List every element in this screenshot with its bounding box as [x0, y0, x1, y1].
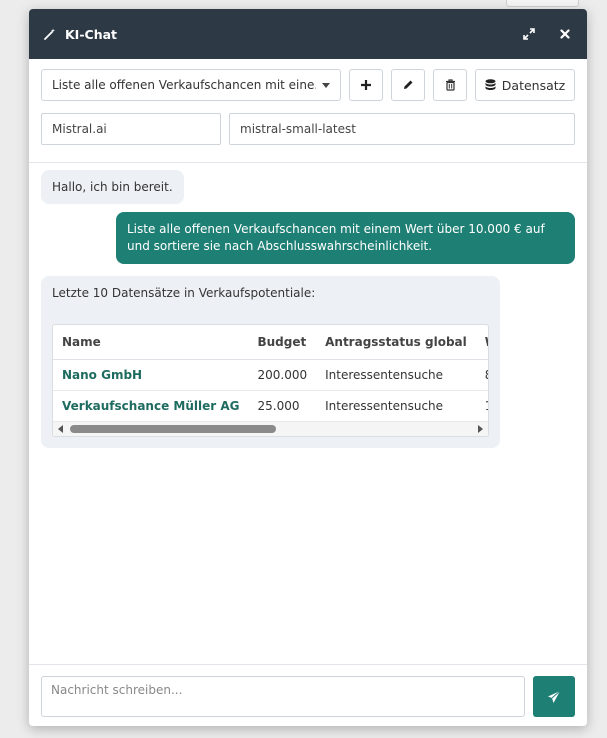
- table-cell: Interessentensuche: [316, 390, 476, 422]
- dataset-button[interactable]: Datensatz: [475, 69, 575, 101]
- assistant-result-message: Letzte 10 Datensätze in Verkaufspotentia…: [41, 276, 500, 448]
- table-cell: 10: [475, 390, 488, 422]
- composer: Nachricht schreiben...: [29, 664, 587, 726]
- dialog-title: KI-Chat: [65, 26, 118, 42]
- database-icon: [485, 78, 496, 90]
- expand-icon[interactable]: [522, 27, 536, 41]
- prompt-select-value: Liste alle offenen Verkaufschancen mit e…: [52, 78, 316, 92]
- paper-plane-icon: [548, 690, 561, 703]
- ki-chat-dialog: KI-Chat Liste alle offenen Verkaufschanc…: [29, 9, 587, 726]
- add-prompt-button[interactable]: [349, 69, 383, 101]
- send-button[interactable]: [533, 676, 575, 717]
- table-cell: 25.000: [248, 390, 317, 422]
- assistant-greeting-message: Hallo, ich bin bereit.: [41, 170, 184, 204]
- scroll-right-icon[interactable]: [478, 425, 483, 433]
- model-field[interactable]: mistral-small-latest: [229, 113, 575, 145]
- column-header[interactable]: Name: [53, 325, 249, 360]
- chevron-down-icon: [322, 82, 330, 88]
- result-table: Name Budget Antragsstatus global Wahrsch…: [53, 325, 488, 422]
- message-input[interactable]: Nachricht schreiben...: [41, 676, 525, 717]
- scroll-left-icon[interactable]: [58, 425, 63, 433]
- provider-field[interactable]: Mistral.ai: [41, 113, 221, 145]
- edit-prompt-button[interactable]: [391, 69, 425, 101]
- toolbar: Liste alle offenen Verkaufschancen mit e…: [29, 59, 587, 163]
- column-header[interactable]: Wahrscheinlichkeit: [475, 325, 488, 360]
- table-row: Nano GmbH 200.000 Interessentensuche 80: [53, 359, 488, 391]
- titlebar: KI-Chat: [29, 9, 587, 59]
- table-cell: Interessentensuche: [316, 359, 476, 391]
- column-header[interactable]: Budget: [248, 325, 317, 360]
- close-icon[interactable]: [558, 27, 572, 41]
- table-row: Verkaufschance Müller AG 25.000 Interess…: [53, 390, 488, 422]
- table-cell: 200.000: [248, 359, 317, 391]
- record-link[interactable]: Nano GmbH: [53, 359, 249, 391]
- magic-wand-icon: [44, 28, 56, 40]
- plus-icon: [361, 80, 371, 90]
- trash-icon: [445, 79, 455, 91]
- prompt-select[interactable]: Liste alle offenen Verkaufschancen mit e…: [41, 69, 341, 101]
- background-button: [506, 0, 579, 7]
- scrollbar-thumb[interactable]: [70, 425, 276, 433]
- horizontal-scrollbar[interactable]: [53, 422, 488, 436]
- dataset-button-label: Datensatz: [501, 77, 566, 93]
- column-header[interactable]: Antragsstatus global: [316, 325, 476, 360]
- result-lead-text: Letzte 10 Datensätze in Verkaufspotentia…: [52, 286, 316, 300]
- delete-prompt-button[interactable]: [433, 69, 467, 101]
- result-table-container: Name Budget Antragsstatus global Wahrsch…: [52, 324, 489, 437]
- record-link[interactable]: Verkaufschance Müller AG: [53, 390, 249, 422]
- pencil-icon: [404, 80, 413, 89]
- table-header-row: Name Budget Antragsstatus global Wahrsch…: [53, 325, 488, 360]
- chat-history: Hallo, ich bin bereit. Liste alle offene…: [29, 155, 587, 664]
- user-message: Liste alle offenen Verkaufschancen mit e…: [116, 212, 575, 264]
- table-cell: 80: [475, 359, 488, 391]
